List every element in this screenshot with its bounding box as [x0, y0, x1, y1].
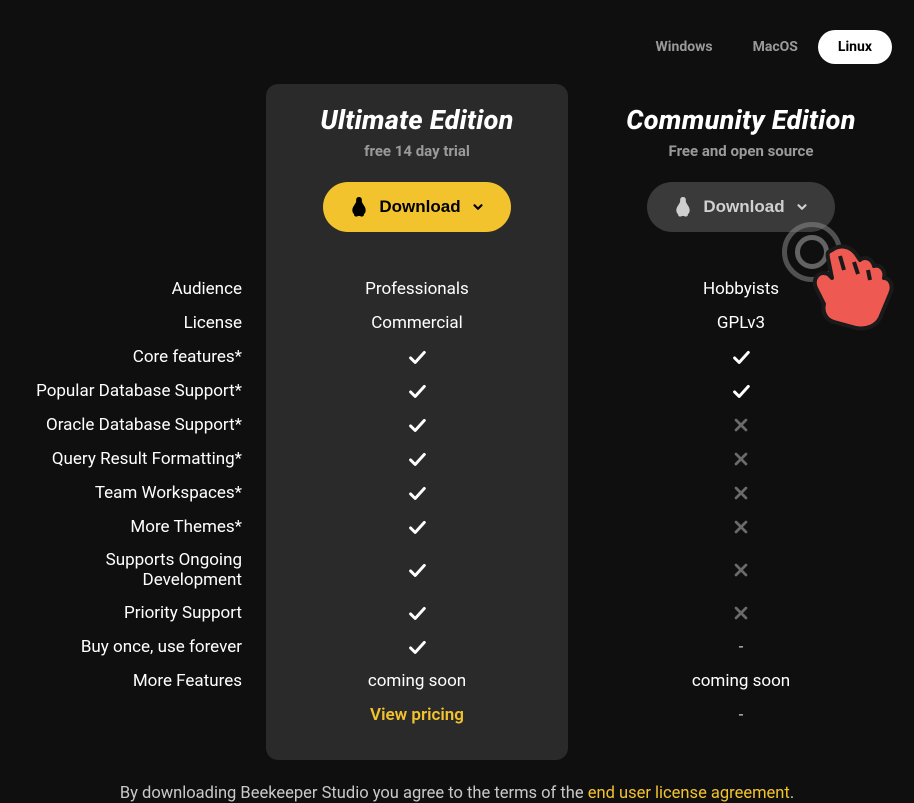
check-icon — [406, 448, 428, 470]
row-ongoing-community — [568, 544, 914, 596]
check-icon — [406, 636, 428, 658]
x-icon — [731, 517, 751, 537]
row-audience-community: Hobbyists — [568, 272, 914, 306]
check-icon — [406, 559, 428, 581]
x-icon — [731, 483, 751, 503]
check-icon — [730, 380, 752, 402]
chevron-down-icon — [471, 200, 485, 214]
row-license-label: License — [0, 306, 266, 340]
tab-windows[interactable]: Windows — [636, 30, 733, 64]
view-pricing-link[interactable]: View pricing — [266, 698, 568, 732]
check-icon — [406, 346, 428, 368]
comparison-grid: Ultimate Edition free 14 day trial Downl… — [0, 84, 914, 760]
row-priority-community — [568, 596, 914, 630]
row-query-ultimate — [266, 442, 568, 476]
download-community-label: Download — [703, 197, 784, 217]
ultimate-title: Ultimate Edition — [278, 104, 556, 136]
community-subtitle: Free and open source — [580, 142, 902, 160]
community-header: Community Edition Free and open source D… — [568, 84, 914, 244]
check-icon — [730, 346, 752, 368]
row-audience-label: Audience — [0, 272, 266, 306]
row-oracle-community — [568, 408, 914, 442]
check-icon — [406, 602, 428, 624]
row-more-label: More Features — [0, 664, 266, 698]
chevron-down-icon — [795, 200, 809, 214]
linux-icon — [349, 196, 369, 218]
check-icon — [406, 414, 428, 436]
tab-linux[interactable]: Linux — [818, 30, 892, 64]
row-pricing-label — [0, 698, 266, 732]
row-ongoing-label: Supports Ongoing Development — [0, 544, 266, 596]
x-icon — [731, 415, 751, 435]
download-community-button[interactable]: Download — [647, 182, 834, 232]
row-more-community: coming soon — [568, 664, 914, 698]
row-buyonce-label: Buy once, use forever — [0, 630, 266, 664]
row-query-label: Query Result Formatting* — [0, 442, 266, 476]
tab-macos[interactable]: MacOS — [733, 30, 818, 64]
ultimate-header: Ultimate Edition free 14 day trial Downl… — [266, 84, 568, 244]
row-themes-label: More Themes* — [0, 510, 266, 544]
footer-text: By downloading Beekeeper Studio you agre… — [0, 784, 914, 803]
check-icon — [406, 380, 428, 402]
row-more-ultimate: coming soon — [266, 664, 568, 698]
x-icon — [731, 449, 751, 469]
row-buyonce-ultimate — [266, 630, 568, 664]
row-team-ultimate — [266, 476, 568, 510]
row-popular-label: Popular Database Support* — [0, 374, 266, 408]
row-oracle-label: Oracle Database Support* — [0, 408, 266, 442]
row-core-label: Core features* — [0, 340, 266, 374]
row-oracle-ultimate — [266, 408, 568, 442]
row-audience-ultimate: Professionals — [266, 272, 568, 306]
row-priority-ultimate — [266, 596, 568, 630]
row-pricing-community: - — [568, 698, 914, 732]
row-priority-label: Priority Support — [0, 596, 266, 630]
x-icon — [731, 560, 751, 580]
row-themes-ultimate — [266, 510, 568, 544]
download-ultimate-label: Download — [379, 197, 460, 217]
check-icon — [406, 482, 428, 504]
row-ongoing-ultimate — [266, 544, 568, 596]
ultimate-subtitle: free 14 day trial — [278, 142, 556, 160]
row-license-community: GPLv3 — [568, 306, 914, 340]
row-popular-ultimate — [266, 374, 568, 408]
row-query-community — [568, 442, 914, 476]
check-icon — [406, 516, 428, 538]
download-ultimate-button[interactable]: Download — [323, 182, 510, 232]
row-buyonce-community: - — [568, 630, 914, 664]
row-team-community — [568, 476, 914, 510]
row-team-label: Team Workspaces* — [0, 476, 266, 510]
row-popular-community — [568, 374, 914, 408]
row-core-community — [568, 340, 914, 374]
x-icon — [731, 603, 751, 623]
community-title: Community Edition — [580, 104, 902, 136]
eula-link[interactable]: end user license agreement — [588, 784, 790, 803]
row-themes-community — [568, 510, 914, 544]
row-license-ultimate: Commercial — [266, 306, 568, 340]
row-core-ultimate — [266, 340, 568, 374]
os-tabs: Windows MacOS Linux — [0, 0, 914, 64]
linux-icon — [673, 196, 693, 218]
